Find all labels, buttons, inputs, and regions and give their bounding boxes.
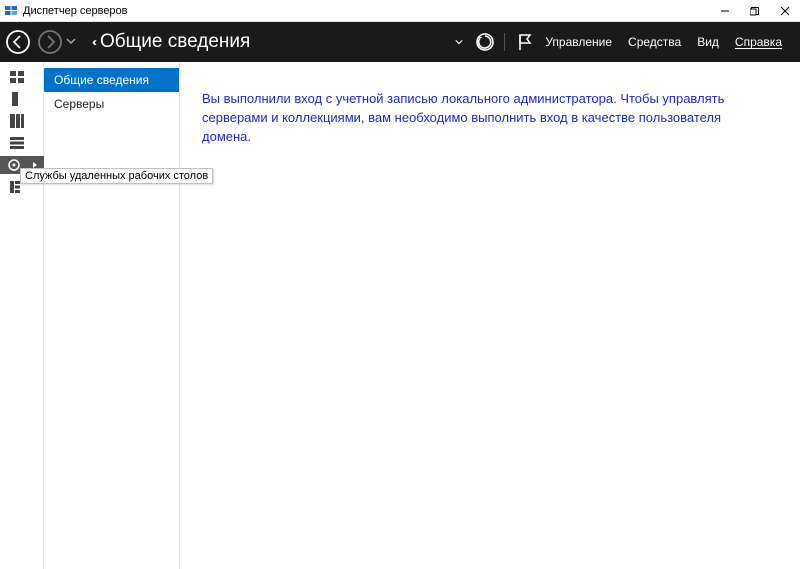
nav-history-dropdown[interactable] — [66, 33, 76, 51]
sub-nav: Общие сведения Серверы — [44, 62, 180, 569]
header: ‹‹ Общие сведения Управление Средства Ви… — [0, 22, 800, 62]
window-title: Диспетчер серверов — [23, 5, 710, 17]
menu-tools[interactable]: Средства — [628, 35, 681, 49]
rail-file-services-icon[interactable] — [0, 134, 44, 152]
nav-forward-button[interactable] — [36, 28, 64, 56]
subnav-item-label: Серверы — [54, 97, 104, 111]
separator — [504, 33, 505, 51]
breadcrumb: ‹‹ Общие сведения — [92, 31, 250, 53]
menu-manage[interactable]: Управление — [545, 35, 612, 49]
close-button[interactable] — [770, 1, 800, 21]
rail-tooltip: Службы удаленных рабочих столов — [20, 168, 213, 184]
menu-view[interactable]: Вид — [697, 35, 719, 49]
body: Общие сведения Серверы Вы выполнили вход… — [0, 62, 800, 569]
subnav-overview[interactable]: Общие сведения — [44, 68, 179, 92]
rail-all-servers-icon[interactable] — [0, 112, 44, 130]
rail-dashboard-icon[interactable] — [0, 68, 44, 86]
nav-back-button[interactable] — [4, 28, 32, 56]
domain-login-warning: Вы выполнили вход с учетной записью лока… — [202, 90, 762, 147]
menu-help[interactable]: Справка — [735, 35, 782, 49]
dropdown-icon[interactable] — [446, 29, 472, 55]
rail-local-server-icon[interactable] — [0, 90, 44, 108]
icon-rail — [0, 62, 44, 569]
header-toolbar: Управление Средства Вид Справка — [446, 29, 800, 55]
app-icon — [3, 3, 19, 19]
maximize-button[interactable] — [740, 1, 770, 21]
refresh-icon[interactable] — [472, 29, 498, 55]
subnav-servers[interactable]: Серверы — [44, 92, 179, 116]
content-pane: Вы выполнили вход с учетной записью лока… — [180, 62, 800, 569]
flag-icon[interactable] — [511, 29, 537, 55]
window-controls — [710, 1, 800, 21]
subnav-item-label: Общие сведения — [54, 73, 149, 87]
page-title: Общие сведения — [100, 31, 250, 53]
breadcrumb-caret-icon: ‹‹ — [92, 35, 94, 49]
titlebar: Диспетчер серверов — [0, 0, 800, 22]
minimize-button[interactable] — [710, 1, 740, 21]
